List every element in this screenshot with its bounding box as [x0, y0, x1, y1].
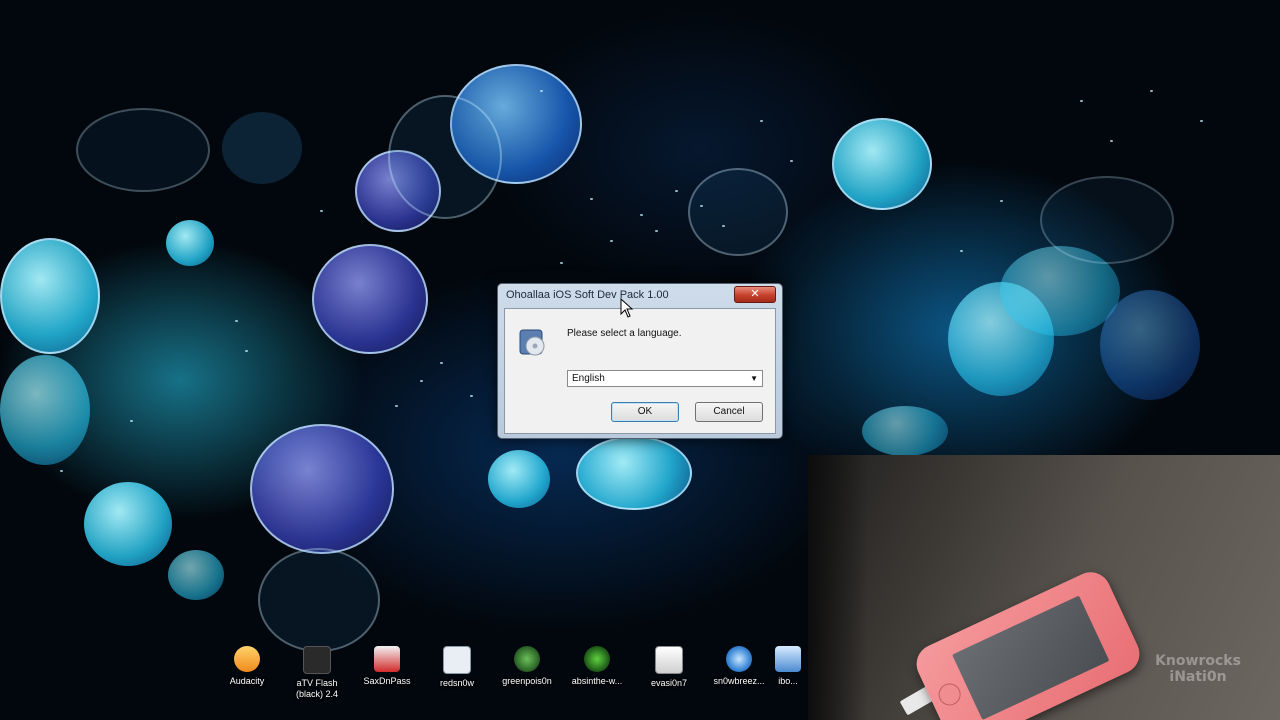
- desktop-icon-absinthe[interactable]: absinthe-w...: [562, 646, 632, 687]
- snowbreeze-icon: [726, 646, 752, 672]
- desktop-icon-label: evasi0n7: [650, 678, 688, 688]
- audacity-icon: [234, 646, 260, 672]
- dialog-body: Please select a language. English ▼ OK C…: [504, 308, 776, 434]
- chevron-down-icon: ▼: [750, 374, 758, 383]
- language-select-value: English: [572, 373, 605, 384]
- desktop-icon-label: greenpois0n: [502, 676, 552, 686]
- watermark: Knowrocks iNati0n: [1155, 653, 1241, 685]
- language-select[interactable]: English ▼: [567, 370, 763, 387]
- dialog-title: Ohoallaа iOS Soft Dev Pack 1.00: [506, 289, 669, 301]
- desktop-icon-audacity[interactable]: Audacity: [212, 646, 282, 687]
- cancel-button[interactable]: Cancel: [695, 402, 763, 422]
- desktop-icon-atv-flash[interactable]: aTV Flash (black) 2.4: [282, 646, 352, 700]
- desktop-icon-greenpois0n[interactable]: greenpois0n: [492, 646, 562, 687]
- mouse-cursor-icon: [620, 298, 634, 318]
- window-icon: [443, 646, 471, 674]
- evasi0n-icon: [655, 646, 683, 674]
- desktop-icon-redsn0w[interactable]: redsn0w: [422, 646, 492, 689]
- desktop-icon-label: redsn0w: [439, 678, 475, 688]
- home-button-icon: [935, 679, 965, 710]
- absinthe-icon: [584, 646, 610, 672]
- language-dialog: Ohoallaа iOS Soft Dev Pack 1.00 ✕ Please…: [497, 283, 783, 439]
- installer-disc-icon: [519, 329, 545, 356]
- close-button[interactable]: ✕: [734, 286, 776, 303]
- desktop-icon-label: SaxDnPass: [363, 676, 411, 686]
- app-icon: [775, 646, 801, 672]
- desktop-icon-label: sn0wbreez...: [713, 676, 765, 686]
- desktop-icon-saxdnpass[interactable]: SaxDnPass: [352, 646, 422, 687]
- desktop-icon-sn0wbreeze[interactable]: sn0wbreez...: [704, 646, 774, 687]
- phone-screen: [952, 595, 1110, 720]
- desktop-icon-partial[interactable]: ibo...: [768, 646, 808, 687]
- desktop-icon-evasi0n7[interactable]: evasi0n7: [634, 646, 704, 689]
- desktop-icon-label: Audacity: [229, 676, 265, 686]
- ok-button[interactable]: OK: [611, 402, 679, 422]
- desktop-icon-label: ibo...: [778, 676, 798, 686]
- overlay-shadow: [808, 455, 868, 720]
- dialog-prompt: Please select a language.: [567, 328, 682, 339]
- iphone-device: [910, 565, 1146, 720]
- atv-flash-icon: [303, 646, 331, 674]
- greenpois0n-icon: [514, 646, 540, 672]
- app-icon: [374, 646, 400, 672]
- desktop-icon-label: absinthe-w...: [571, 676, 623, 686]
- camera-overlay: Knowrocks iNati0n: [808, 455, 1280, 720]
- desktop-icon-label: aTV Flash (black) 2.4: [295, 678, 339, 699]
